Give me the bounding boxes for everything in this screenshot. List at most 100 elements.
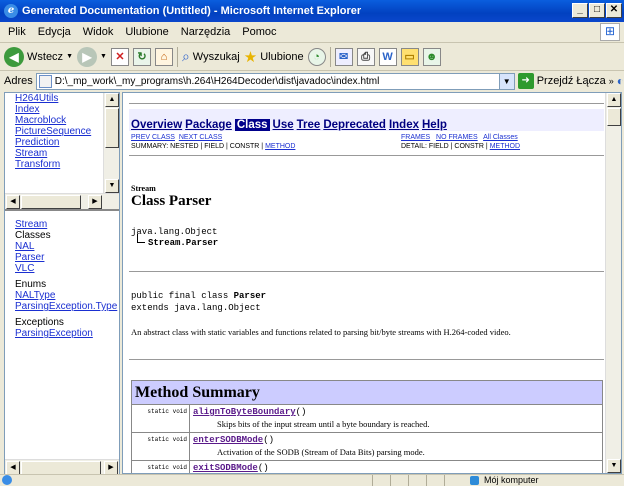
summary-links: SUMMARY: NESTED | FIELD | CONSTR | METHO… — [131, 142, 295, 151]
package-link[interactable]: Prediction — [5, 137, 103, 148]
scroll-thumb[interactable] — [21, 195, 81, 209]
extra-toolbar-icon[interactable]: ◐ — [617, 74, 624, 88]
nav-package-link[interactable]: Package — [185, 119, 232, 131]
status-divider — [444, 475, 445, 486]
menu-edit[interactable]: Edycja — [38, 26, 71, 38]
method-signature: enterSODBMode() — [193, 435, 274, 445]
detail-prefix: DETAIL: FIELD | CONSTR | — [401, 143, 490, 150]
edit-icon[interactable]: W — [378, 47, 397, 66]
table-row: static void enterSODBMode() Activation o… — [132, 433, 602, 461]
address-url: D:\_mp_work\_my_programs\h.264\H264Decod… — [54, 75, 380, 87]
folder-icon[interactable]: ▭ — [400, 47, 419, 66]
detail-method-link[interactable]: METHOD — [490, 143, 520, 150]
method-params: () — [295, 407, 307, 417]
chevron-right-icon[interactable]: » — [609, 76, 614, 86]
mail-icon[interactable]: ✉ — [334, 47, 353, 66]
chevron-down-icon[interactable]: ▼ — [498, 73, 514, 89]
next-class-link[interactable]: NEXT CLASS — [179, 134, 222, 141]
package-link[interactable]: Macroblock — [5, 115, 103, 126]
address-input[interactable]: D:\_mp_work\_my_programs\h.264\H264Decod… — [35, 72, 515, 90]
class-link[interactable]: NAL — [5, 241, 103, 252]
package-link[interactable]: H264Utils — [5, 93, 103, 104]
print-icon[interactable]: ⎙ — [356, 47, 375, 66]
scroll-thumb[interactable] — [21, 461, 101, 475]
forward-button[interactable]: ▶ ▼ — [77, 46, 107, 67]
vertical-scrollbar[interactable]: ▲ ▼ — [103, 93, 119, 193]
search-button[interactable]: ⌕ Wyszukaj — [182, 48, 240, 65]
scroll-thumb[interactable] — [607, 108, 621, 126]
scroll-down-icon[interactable]: ▼ — [105, 179, 119, 193]
frames-link[interactable]: FRAMES — [401, 134, 430, 141]
enum-link[interactable]: NALType — [5, 290, 103, 301]
package-link[interactable]: Index — [5, 104, 103, 115]
prev-class-link[interactable]: PREV CLASS — [131, 134, 175, 141]
go-button[interactable]: ➜ Przejdź — [517, 73, 573, 89]
status-divider — [408, 475, 409, 486]
menu-view[interactable]: Widok — [83, 26, 114, 38]
packages-frame: H264Utils Index Macroblock PictureSequen… — [5, 93, 119, 211]
method-description: Activation of the SODB (Stream of Data B… — [217, 447, 425, 457]
exception-link[interactable]: ParsingException — [5, 328, 103, 339]
vertical-scrollbar[interactable]: ▲ ▼ — [605, 93, 621, 473]
all-classes-link[interactable]: All Classes — [483, 134, 518, 141]
method-link[interactable]: alignToByteBoundary — [193, 407, 296, 417]
package-link[interactable]: Stream — [5, 148, 103, 159]
search-icon: ⌕ — [181, 48, 190, 64]
address-label: Adres — [4, 75, 33, 87]
favorites-label: Ulubione — [260, 50, 304, 63]
summary-method-link[interactable]: METHOD — [265, 143, 295, 150]
scroll-up-icon[interactable]: ▲ — [607, 93, 621, 107]
status-divider — [390, 475, 391, 486]
links-label[interactable]: Łącza — [576, 75, 605, 87]
computer-icon — [470, 476, 479, 485]
scroll-left-icon[interactable]: ◀ — [6, 461, 20, 475]
close-button[interactable]: ✕ — [606, 3, 622, 18]
scroll-left-icon[interactable]: ◀ — [6, 195, 20, 209]
horizontal-scrollbar[interactable]: ◀ ▶ — [5, 459, 119, 475]
stop-icon[interactable]: ✕ — [110, 47, 129, 66]
package-title-link[interactable]: Stream — [5, 219, 103, 230]
scroll-up-icon[interactable]: ▲ — [105, 93, 119, 107]
refresh-icon[interactable]: ↻ — [132, 47, 151, 66]
enum-link[interactable]: ParsingException.Type — [5, 301, 117, 312]
horizontal-scrollbar[interactable]: ◀ ▶ — [5, 193, 119, 209]
nav-use-link[interactable]: Use — [273, 119, 294, 131]
nav-overview-link[interactable]: Overview — [131, 119, 182, 131]
divider — [129, 103, 604, 104]
menu-help[interactable]: Pomoc — [242, 26, 276, 38]
class-doc-frame: Overview Package Class Use Tree Deprecat… — [122, 92, 622, 474]
history-icon[interactable]: ◔ — [307, 47, 326, 66]
frames-links: FRAMES NO FRAMES All Classes — [401, 133, 518, 142]
messenger-icon[interactable]: ☻ — [422, 47, 441, 66]
table-row: static void exitSODBMode() — [132, 461, 602, 473]
page-status-icon — [2, 475, 12, 485]
nav-help-link[interactable]: Help — [422, 119, 447, 131]
method-link[interactable]: exitSODBMode — [193, 463, 258, 473]
scroll-down-icon[interactable]: ▼ — [607, 459, 621, 473]
method-link[interactable]: enterSODBMode — [193, 435, 263, 445]
nav-deprecated-link[interactable]: Deprecated — [323, 119, 386, 131]
nav-index-link[interactable]: Index — [389, 119, 419, 131]
package-link[interactable]: Transform — [5, 159, 103, 170]
menu-file[interactable]: Plik — [8, 26, 26, 38]
scroll-right-icon[interactable]: ▶ — [88, 195, 102, 209]
chevron-down-icon: ▼ — [66, 53, 73, 60]
menu-tools[interactable]: Narzędzia — [181, 26, 231, 38]
class-link[interactable]: Parser — [5, 252, 103, 263]
home-icon[interactable]: ⌂ — [154, 47, 173, 66]
status-bar: Mój komputer — [0, 474, 624, 486]
menu-favorites[interactable]: Ulubione — [125, 26, 168, 38]
method-summary-heading: Method Summary — [132, 381, 602, 405]
no-frames-link[interactable]: NO FRAMES — [436, 134, 478, 141]
scroll-thumb[interactable] — [105, 108, 119, 148]
back-button[interactable]: ◀ Wstecz ▼ — [4, 46, 73, 67]
minimize-button[interactable]: _ — [572, 3, 588, 18]
nav-tree-link[interactable]: Tree — [297, 119, 321, 131]
divider — [129, 155, 604, 156]
class-description: An abstract class with static variables … — [131, 327, 511, 337]
favorites-button[interactable]: ★ Ulubione — [244, 48, 304, 66]
scroll-right-icon[interactable]: ▶ — [104, 461, 118, 475]
maximize-button[interactable]: □ — [589, 3, 605, 18]
class-link[interactable]: VLC — [5, 263, 103, 274]
package-link[interactable]: PictureSequence — [5, 126, 103, 137]
